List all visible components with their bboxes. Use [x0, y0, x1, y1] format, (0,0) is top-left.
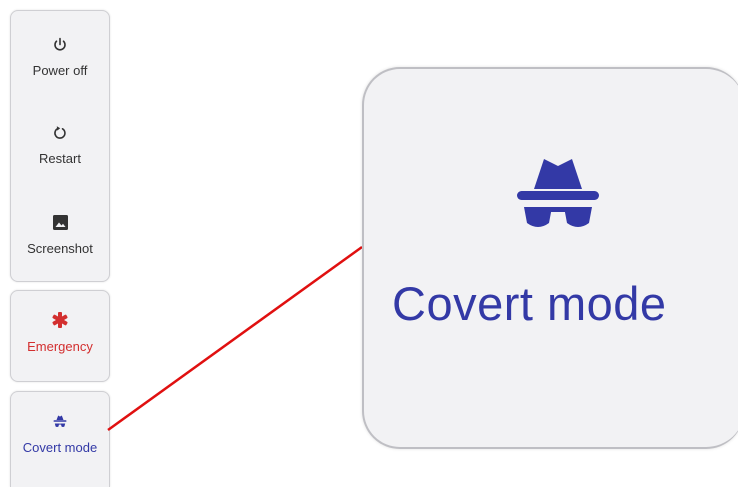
- covert-mode-zoom-callout: [362, 67, 738, 449]
- zoom-incognito-icon: [514, 155, 602, 240]
- zoom-covert-mode-label: Covert mode: [392, 277, 667, 330]
